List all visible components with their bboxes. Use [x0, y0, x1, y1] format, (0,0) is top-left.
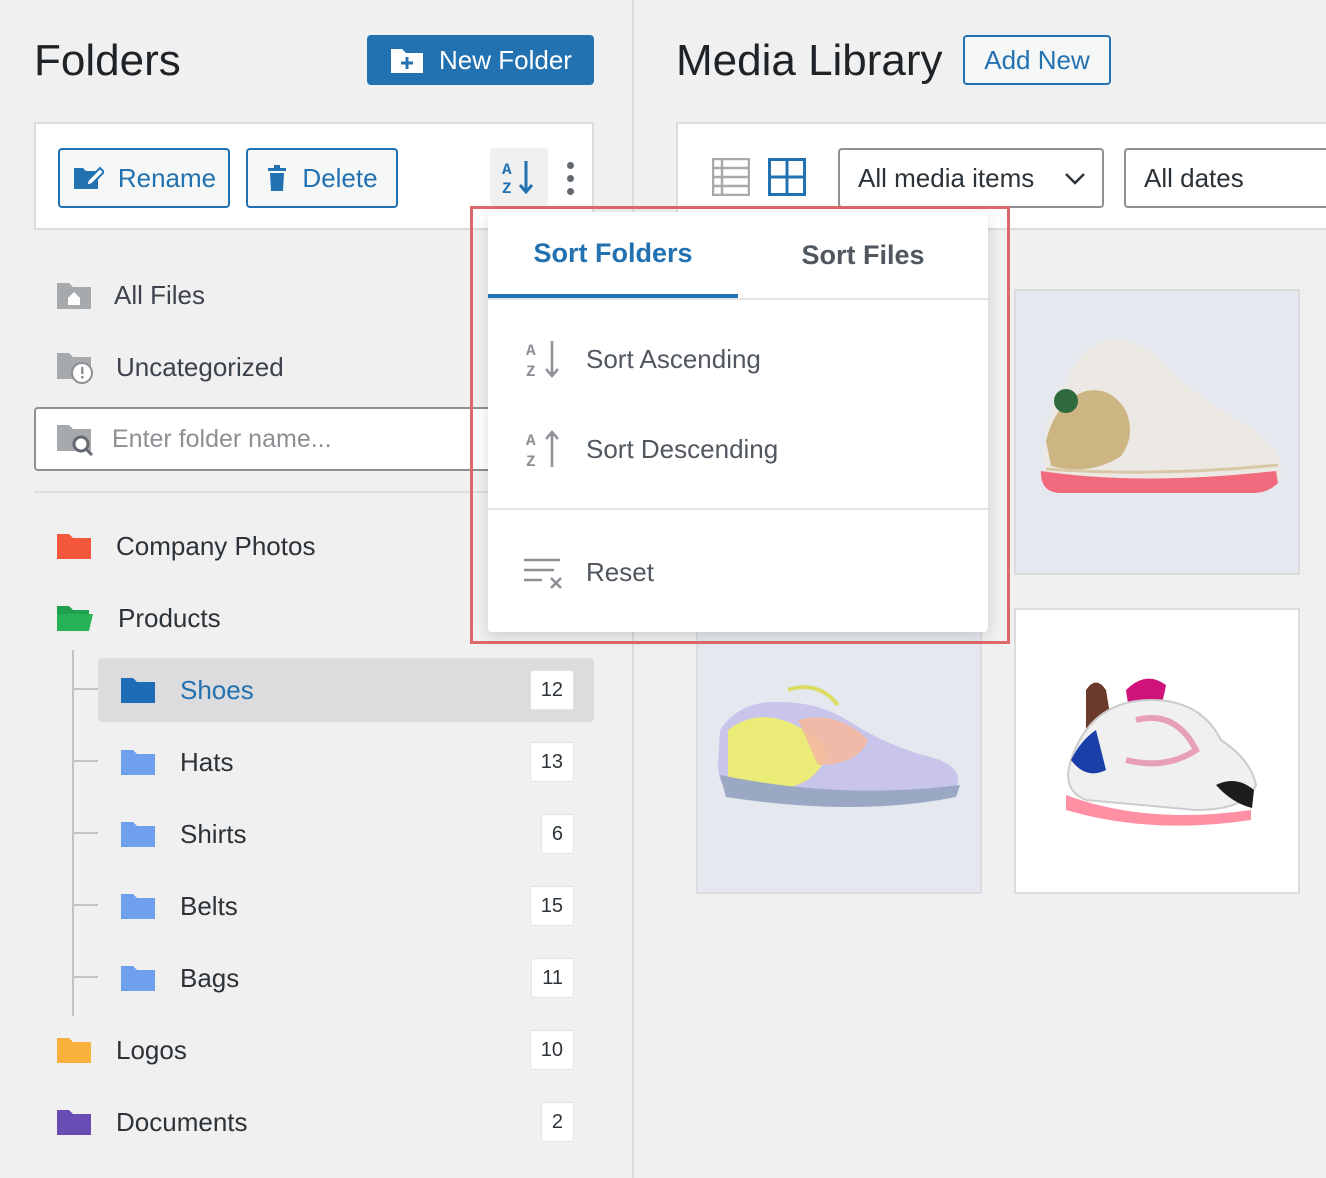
media-thumbnail[interactable]	[696, 608, 982, 894]
tree-tick	[74, 832, 98, 834]
folder-icon	[121, 678, 155, 703]
folder-count-badge: 15	[529, 886, 574, 926]
all-files-item[interactable]: All Files	[56, 270, 205, 320]
folder-icon	[121, 750, 155, 775]
add-new-button[interactable]: Add New	[963, 35, 1111, 85]
folder-bags[interactable]: Bags 11	[98, 946, 594, 1010]
dot-icon	[566, 187, 574, 195]
folder-label: Belts	[180, 890, 238, 921]
folder-icon	[57, 1038, 91, 1063]
list-view-icon[interactable]	[712, 158, 750, 196]
sort-button[interactable]: A Z	[490, 148, 548, 206]
sort-az-icon: A Z	[502, 161, 534, 195]
svg-text:A: A	[502, 161, 512, 179]
folder-label: Logos	[116, 1034, 187, 1065]
dot-icon	[566, 161, 574, 169]
folder-belts[interactable]: Belts 15	[98, 874, 594, 938]
media-date-select[interactable]: All dates	[1124, 148, 1326, 208]
delete-button[interactable]: Delete	[246, 148, 398, 208]
reset-sort-item[interactable]: Reset	[524, 547, 654, 597]
folder-documents[interactable]: Documents 2	[56, 1090, 594, 1154]
svg-text:Z: Z	[502, 180, 512, 195]
home-folder-icon	[57, 283, 91, 309]
all-files-label: All Files	[114, 279, 206, 310]
folder-count-badge: 10	[529, 1030, 574, 1070]
delete-label: Delete	[302, 162, 378, 193]
sort-ascending-item[interactable]: A Z Sort Ascending	[524, 334, 761, 384]
reset-label: Reset	[586, 556, 654, 587]
folder-logos[interactable]: Logos 10	[56, 1018, 594, 1082]
edit-folder-icon	[73, 166, 104, 189]
folder-open-icon	[57, 606, 93, 631]
folders-title: Folders	[34, 36, 181, 85]
folder-label: Shoes	[180, 674, 254, 705]
folder-search-input[interactable]	[112, 424, 512, 454]
sort-ascending-icon: A Z	[526, 341, 559, 379]
svg-text:Z: Z	[526, 363, 536, 379]
folder-count-badge: 11	[531, 958, 574, 998]
folder-count-badge: 12	[529, 670, 574, 710]
tab-sort-files[interactable]: Sort Files	[738, 212, 988, 298]
folder-count-badge: 6	[540, 814, 574, 854]
menu-divider	[488, 508, 988, 510]
folder-label: Products	[118, 602, 221, 633]
sort-descending-icon: A Z	[526, 430, 559, 469]
folder-label: Company Photos	[116, 530, 316, 561]
new-folder-label: New Folder	[439, 44, 572, 75]
folder-search-icon	[57, 425, 94, 456]
dot-icon	[566, 174, 574, 182]
grid-view-icon[interactable]	[768, 158, 806, 196]
tree-tick	[74, 688, 98, 690]
media-type-value: All media items	[858, 162, 1035, 193]
rename-label: Rename	[117, 162, 217, 193]
uncategorized-folder-icon	[57, 353, 93, 384]
new-folder-button[interactable]: New Folder	[367, 35, 594, 85]
media-library-title: Media Library	[676, 36, 943, 85]
more-options-button[interactable]	[556, 156, 584, 200]
folder-label: Shirts	[180, 818, 247, 849]
sneaker-image	[1040, 340, 1281, 493]
tree-tick	[74, 976, 98, 978]
folder-icon	[121, 966, 155, 991]
sneaker-image	[1066, 678, 1258, 826]
uncategorized-label: Uncategorized	[116, 351, 284, 382]
uncategorized-item[interactable]: Uncategorized	[56, 342, 284, 392]
tree-tick	[74, 760, 98, 762]
media-thumbnail[interactable]	[1014, 289, 1300, 575]
rename-button[interactable]: Rename	[58, 148, 230, 208]
folder-shirts[interactable]: Shirts 6	[98, 802, 594, 866]
sort-descending-item[interactable]: A Z Sort Descending	[524, 424, 778, 474]
media-type-select[interactable]: All media items	[838, 148, 1104, 208]
folder-label: Bags	[180, 962, 240, 993]
folder-shoes[interactable]: Shoes 12	[98, 658, 594, 722]
tree-tick	[74, 904, 98, 906]
sort-descending-label: Sort Descending	[586, 433, 779, 464]
folder-hats[interactable]: Hats 13	[98, 730, 594, 794]
folder-icon	[121, 822, 155, 847]
sneaker-image	[718, 685, 960, 807]
svg-text:A: A	[526, 342, 536, 360]
media-date-value: All dates	[1144, 162, 1244, 193]
clear-sort-icon	[524, 558, 562, 589]
sort-menu: Sort Folders Sort Files A Z Sort Ascendi…	[488, 212, 988, 632]
folder-count-badge: 13	[529, 742, 574, 782]
svg-text:Z: Z	[526, 453, 536, 469]
chevron-down-icon	[1065, 173, 1085, 185]
folder-plus-icon	[391, 49, 424, 73]
menu-divider	[488, 298, 988, 300]
folder-icon	[57, 534, 91, 559]
folder-label: Documents	[116, 1106, 248, 1137]
tab-sort-folders[interactable]: Sort Folders	[488, 212, 738, 298]
folder-icon	[121, 894, 155, 919]
svg-text:A: A	[526, 432, 536, 450]
media-thumbnail[interactable]	[1014, 608, 1300, 894]
folder-label: Hats	[180, 746, 234, 777]
folder-icon	[57, 1110, 91, 1135]
sort-ascending-label: Sort Ascending	[586, 343, 761, 374]
folder-count-badge: 2	[540, 1102, 574, 1142]
trash-icon	[268, 165, 287, 191]
